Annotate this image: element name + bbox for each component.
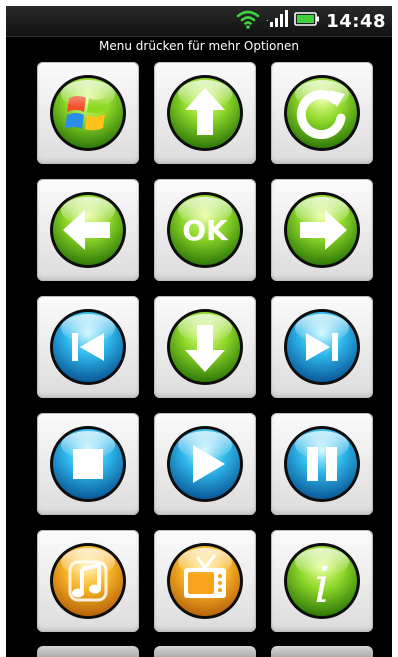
left-button[interactable] bbox=[37, 179, 139, 281]
play-button[interactable] bbox=[154, 413, 256, 515]
partial-tile[interactable] bbox=[37, 646, 139, 657]
arrow-right-icon bbox=[284, 192, 360, 268]
windows-button[interactable] bbox=[37, 62, 139, 164]
stop-button[interactable] bbox=[37, 413, 139, 515]
ok-button[interactable]: OK bbox=[154, 179, 256, 281]
arrow-down-icon bbox=[167, 309, 243, 385]
refresh-icon bbox=[284, 75, 360, 151]
down-button[interactable] bbox=[154, 296, 256, 398]
svg-text:.: . bbox=[266, 14, 269, 23]
up-button[interactable] bbox=[154, 62, 256, 164]
remote-button-grid: OK i bbox=[37, 62, 373, 632]
right-button[interactable] bbox=[271, 179, 373, 281]
pause-button[interactable] bbox=[271, 413, 373, 515]
arrow-left-icon bbox=[50, 192, 126, 268]
info-button[interactable]: i bbox=[271, 530, 373, 632]
stop-icon bbox=[50, 426, 126, 502]
skip-forward-icon bbox=[284, 309, 360, 385]
previous-button[interactable] bbox=[37, 296, 139, 398]
skip-back-icon bbox=[50, 309, 126, 385]
arrow-up-icon bbox=[167, 75, 243, 151]
partial-tile[interactable] bbox=[154, 646, 256, 657]
music-button[interactable] bbox=[37, 530, 139, 632]
status-icons: . 14:48 bbox=[236, 9, 386, 33]
wifi-icon bbox=[236, 9, 260, 33]
music-icon bbox=[50, 543, 126, 619]
pause-icon bbox=[284, 426, 360, 502]
next-button[interactable] bbox=[271, 296, 373, 398]
play-icon bbox=[167, 426, 243, 502]
signal-icon: . bbox=[266, 10, 289, 32]
next-row-peek bbox=[37, 646, 373, 657]
partial-tile[interactable] bbox=[271, 646, 373, 657]
battery-icon bbox=[294, 11, 320, 31]
phone-screen: . 14:48 Menu drücken für mehr Optionen O… bbox=[6, 6, 392, 657]
menu-hint-text: Menu drücken für mehr Optionen bbox=[99, 39, 299, 53]
info-icon: i bbox=[284, 543, 360, 619]
ok-icon: OK bbox=[167, 192, 243, 268]
windows-logo-icon bbox=[50, 75, 126, 151]
tv-button[interactable] bbox=[154, 530, 256, 632]
clock: 14:48 bbox=[326, 10, 386, 32]
status-bar: . 14:48 bbox=[6, 6, 392, 37]
refresh-button[interactable] bbox=[271, 62, 373, 164]
tv-icon bbox=[167, 543, 243, 619]
